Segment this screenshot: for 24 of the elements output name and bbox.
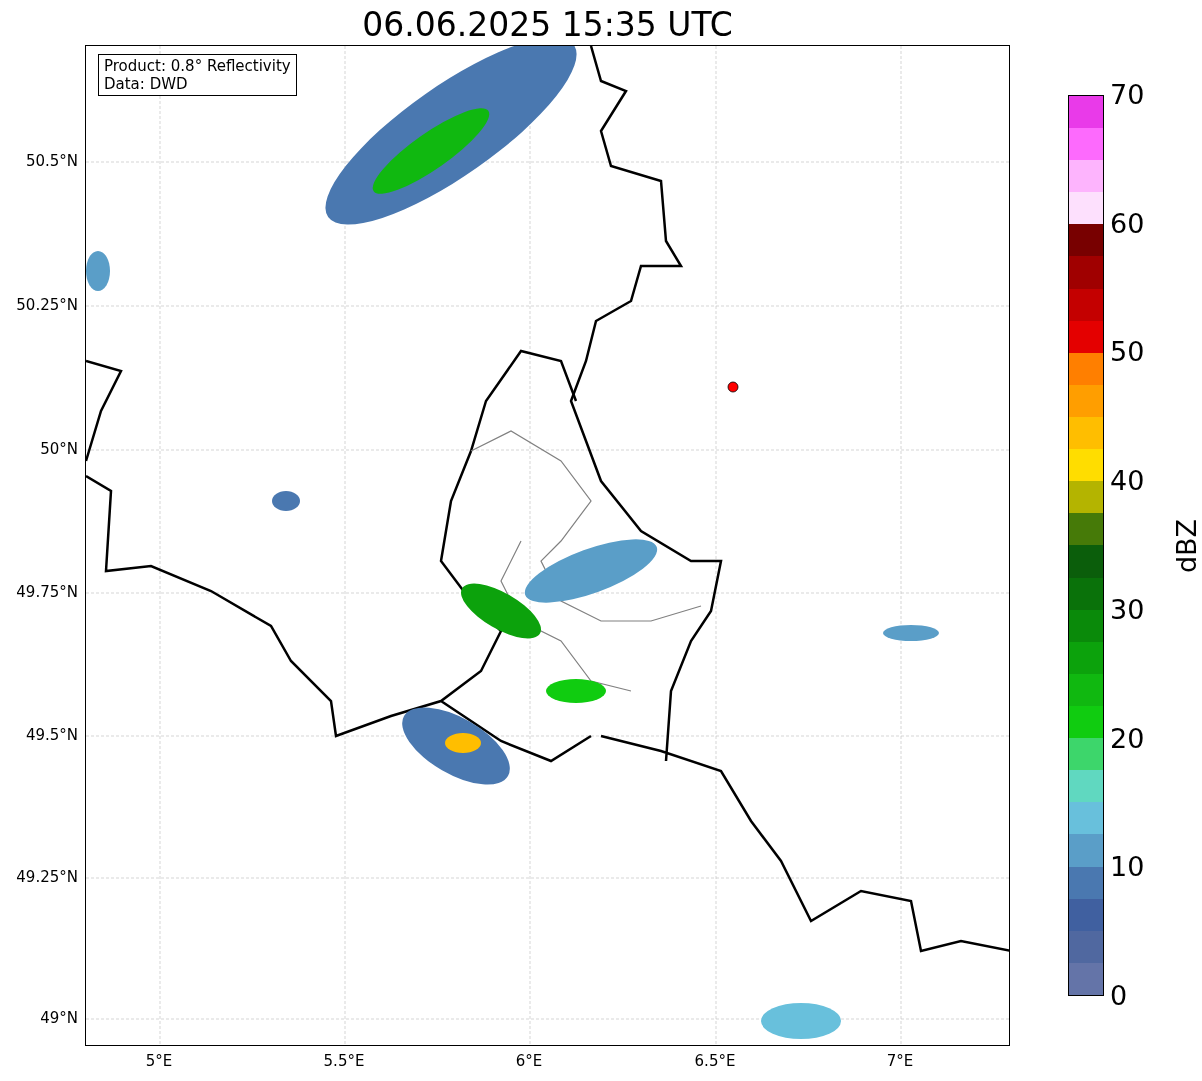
longitude-label: 5°E — [144, 1052, 174, 1070]
latitude-label: 50.5°N — [25, 152, 78, 170]
colorbar-tick-label: 20 — [1110, 722, 1145, 755]
colorbar-label: dBZ — [1171, 518, 1202, 574]
colorbar-tick-label: 70 — [1110, 79, 1145, 111]
longitude-label: 6°E — [514, 1052, 544, 1070]
longitude-label: 7°E — [885, 1052, 915, 1070]
latitude-label: 49°N — [40, 1009, 78, 1027]
chart-title: 06.06.2025 15:35 UTC — [361, 4, 734, 46]
colorbar-tick-label: 50 — [1110, 336, 1145, 369]
colorbar-tick-label: 10 — [1110, 851, 1145, 884]
colorbar-tick-label: 40 — [1110, 465, 1145, 498]
latitude-label: 50.25°N — [16, 296, 78, 314]
legend-text: Data: DWD — [104, 75, 189, 93]
latitude-label: 49.75°N — [16, 583, 78, 601]
colorbar-tick-label: 60 — [1110, 207, 1145, 240]
colorbar-tick-label: 30 — [1110, 593, 1145, 626]
legend-text: Product: 0.8° Reflectivity — [104, 57, 291, 75]
colorbar-tick-label: 0 — [1110, 980, 1128, 1012]
latitude-label: 49.25°N — [16, 868, 78, 886]
longitude-label: 5.5°E — [322, 1052, 366, 1070]
longitude-label: 6.5°E — [693, 1052, 737, 1070]
latitude-label: 49.5°N — [25, 726, 78, 744]
latitude-label: 50°N — [40, 440, 78, 458]
